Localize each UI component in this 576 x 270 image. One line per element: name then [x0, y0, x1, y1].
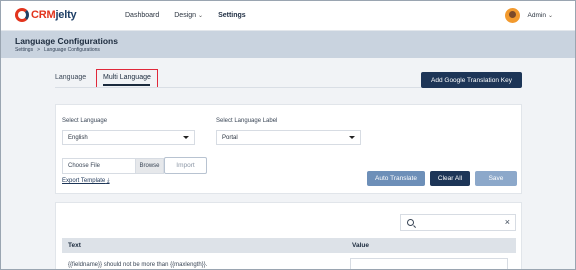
nav-design-label: Design [174, 12, 197, 19]
breadcrumb-settings[interactable]: Settings [15, 47, 33, 53]
breadcrumb: Settings > Language Configurations [15, 47, 104, 53]
app-window: CRMjelty Dashboard Design ⌄ Settings Adm… [0, 0, 576, 270]
export-template-label: Export Template [62, 178, 106, 184]
select-language-label-label: Select Language Label [216, 118, 278, 124]
breadcrumb-separator: > [37, 47, 40, 53]
table-header: Text Value [62, 238, 516, 253]
user-name: Admin [527, 12, 546, 19]
close-icon[interactable]: × [505, 217, 510, 227]
nav-settings[interactable]: Settings [218, 12, 246, 19]
user-menu[interactable]: Admin ⌄ [504, 8, 553, 23]
file-input[interactable]: Choose File Browse [62, 158, 164, 174]
nav-dashboard-label: Dashboard [125, 12, 160, 19]
export-template-link[interactable]: Export Template ⤓ [62, 178, 110, 185]
search-icon [407, 219, 414, 226]
column-header-value[interactable]: Value [352, 242, 369, 249]
nav-design[interactable]: Design ⌄ [174, 12, 203, 19]
select-language-label-value: Portal [222, 134, 238, 141]
browse-button[interactable]: Browse [135, 159, 163, 173]
logo-text-jelty: jelty [55, 9, 77, 21]
chevron-down-icon: ⌄ [547, 13, 553, 19]
app-logo[interactable]: CRMjelty [15, 8, 77, 22]
translations-table-card: × Text Value {{fieldname}} should not be… [55, 202, 522, 269]
main-nav: Dashboard Design ⌄ Settings [125, 12, 261, 19]
top-navigation: CRMjelty Dashboard Design ⌄ Settings Adm… [1, 1, 575, 31]
download-icon: ⤓ [106, 178, 110, 184]
file-input-text: Choose File [68, 163, 101, 169]
logo-text-crm: CRM [31, 9, 56, 21]
page-header: Language Configurations Settings > Langu… [1, 31, 575, 58]
page-title: Language Configurations [15, 36, 118, 46]
select-language-label-dropdown[interactable]: Portal [216, 130, 361, 145]
language-form-card: Select Language English Select Language … [55, 104, 522, 194]
add-google-translation-key-button[interactable]: Add Google Translation Key [421, 72, 522, 88]
select-language-dropdown[interactable]: English [62, 130, 195, 145]
search-input[interactable]: × [400, 214, 516, 231]
table-row-value-input[interactable] [350, 258, 508, 269]
breadcrumb-current: Language Configurations [44, 47, 100, 53]
column-header-text[interactable]: Text [68, 242, 81, 249]
chevron-down-icon: ⌄ [198, 13, 204, 19]
caret-down-icon [183, 136, 189, 139]
select-language-label: Select Language [62, 118, 108, 124]
select-language-value: English [68, 134, 88, 141]
logo-icon [15, 8, 29, 22]
tab-multi-language[interactable]: Multi Language [103, 74, 151, 81]
avatar [504, 8, 520, 23]
tab-language[interactable]: Language [55, 74, 86, 81]
caret-down-icon [349, 136, 355, 139]
nav-dashboard[interactable]: Dashboard [125, 12, 159, 19]
import-button[interactable]: Import [164, 157, 207, 174]
nav-settings-label: Settings [218, 12, 246, 19]
table-row-text: {{fieldname}} should not be more than {{… [68, 262, 208, 268]
active-tab-indicator [103, 84, 150, 86]
auto-translate-button[interactable]: Auto Translate [367, 171, 425, 186]
clear-all-button[interactable]: Clear All [430, 171, 470, 186]
save-button[interactable]: Save [475, 171, 517, 186]
